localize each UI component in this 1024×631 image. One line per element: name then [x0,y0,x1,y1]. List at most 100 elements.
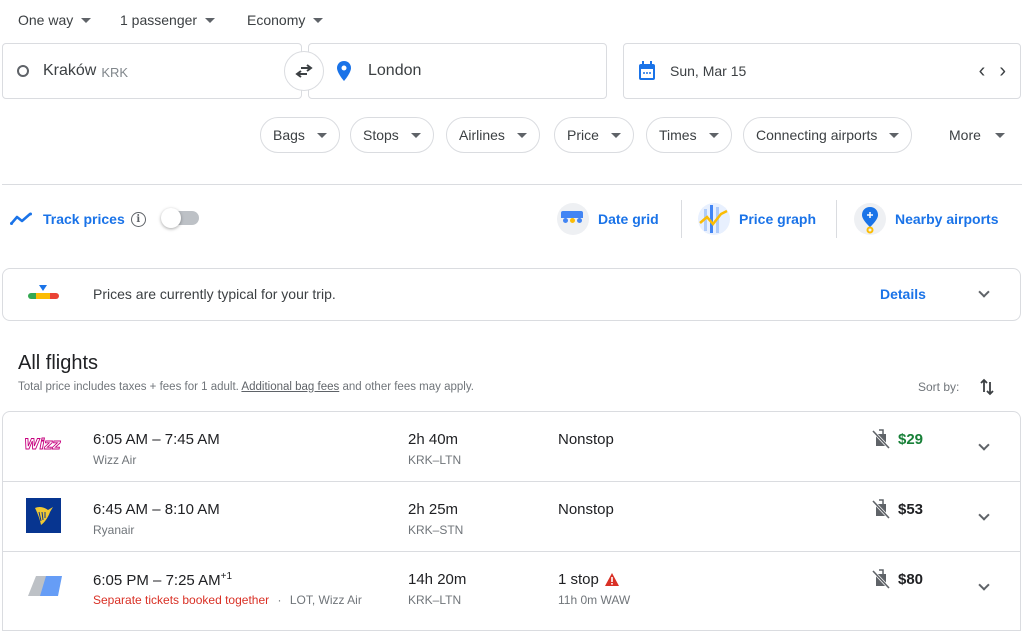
passengers-select[interactable]: 1 passenger [120,8,216,32]
airline-name: Wizz Air [93,453,137,467]
filter-price[interactable]: Price [554,117,634,153]
passengers-label: 1 passenger [120,12,198,28]
flight-times: 6:05 AM – 7:45 AM [93,431,220,448]
bullet-separator: · [277,593,282,607]
filter-bags[interactable]: Bags [260,117,340,153]
caret-down-icon [205,17,216,23]
airline-name: Ryanair [93,523,135,537]
flight-price: $80 [898,571,924,588]
flight-route: KRK–LTN [408,453,462,467]
filter-label: Stops [363,127,399,143]
flight-route: KRK–LTN [408,593,462,607]
price-graph-button[interactable]: Price graph [698,200,816,238]
filter-connecting-airports[interactable]: Connecting airports [743,117,913,153]
depart-time: 6:05 AM [93,431,149,448]
depart-time: 6:45 AM [93,501,149,518]
origin-field[interactable]: Kraków KRK [2,43,302,99]
caret-down-icon [316,132,327,138]
subtitle-text: Total price includes taxes + fees for 1 … [18,381,242,393]
separator [836,200,837,238]
departure-date-value: Sun, Mar 15 [670,63,747,79]
subtitle-text: and other fees may apply. [339,381,474,393]
nearby-airports-icon [854,203,886,235]
depart-time: 6:05 PM [93,572,149,589]
section-divider [2,184,1022,185]
trip-type-select[interactable]: One way [18,8,92,32]
previous-date-button[interactable]: ‹ [979,61,986,81]
track-prices-toggle[interactable] [161,208,199,228]
results-title: All flights [18,352,99,374]
flight-price: $53 [898,501,924,518]
flight-times: 6:05 PM – 7:25 AM+1 [93,571,233,589]
no-carry-on-bag-icon [872,429,890,449]
results-subtitle: Total price includes taxes + fees for 1 … [18,381,474,393]
separator [681,200,682,238]
flight-duration: 2h 40m [408,431,459,448]
multi-airline-logo [28,576,62,596]
day-offset: +1 [220,571,233,582]
filter-more[interactable]: More [949,117,1005,153]
details-link[interactable]: Details [880,286,926,302]
swap-button[interactable] [284,51,324,91]
airline-name: LOT, Wizz Air [289,593,362,607]
flight-row[interactable]: 6:45 AM – 8:10 AM Ryanair 2h 25m KRK–STN… [2,482,1021,551]
origin-value: Kraków [43,62,97,79]
cabin-class-label: Economy [247,12,306,28]
caret-down-icon [410,132,421,138]
filter-label: Bags [273,127,305,143]
flight-row[interactable]: Wizz 6:05 AM – 7:45 AM Wizz Air 2h 40m K… [2,412,1021,481]
flight-row[interactable]: 6:05 PM – 7:25 AM+1 Separate tickets boo… [2,552,1021,620]
nearby-airports-button[interactable]: Nearby airports [854,200,998,238]
flight-stops: 1 stop [558,571,599,588]
track-prices[interactable]: Track prices i [10,205,146,233]
trending-icon [10,212,32,225]
price-graph-label: Price graph [739,211,817,227]
filter-label: Times [659,127,697,143]
expand-chevron-icon[interactable] [978,509,990,521]
flight-price: $29 [898,431,924,448]
filter-stops[interactable]: Stops [350,117,434,153]
filter-airlines[interactable]: Airlines [446,117,540,153]
arrive-time: 8:10 AM [164,501,220,518]
swap-icon [295,64,313,78]
sort-by-label: Sort by: [918,380,960,394]
flight-stops: Nonstop [558,501,614,518]
arrive-time: 7:45 AM [164,431,220,448]
airline-info: Separate tickets booked together · LOT, … [93,593,362,607]
origin-circle-icon [17,65,29,77]
caret-down-icon [889,132,900,138]
nearby-airports-label: Nearby airports [895,211,999,227]
expand-chevron-icon[interactable] [978,439,990,451]
destination-value: London [368,62,422,79]
ryanair-logo [26,498,61,533]
filter-times[interactable]: Times [646,117,732,153]
filter-label: Connecting airports [756,127,878,143]
flight-stops: Nonstop [558,431,614,448]
caret-down-icon [516,132,527,138]
caret-down-icon [81,17,92,23]
sort-icon[interactable] [979,378,995,396]
flight-times: 6:45 AM – 8:10 AM [93,501,220,518]
destination-field[interactable]: London [308,43,607,99]
date-grid-button[interactable]: Date grid [557,200,659,238]
caret-down-icon [708,132,719,138]
track-prices-label: Track prices [43,211,125,227]
cabin-class-select[interactable]: Economy [247,8,324,32]
svg-text:Wizz: Wizz [24,437,61,452]
caret-down-icon [313,17,324,23]
bag-fees-link[interactable]: Additional bag fees [241,381,339,393]
caret-down-icon [610,132,621,138]
departure-date-field[interactable]: Sun, Mar 15 ‹ › [623,43,1021,99]
filter-label: Price [567,127,599,143]
location-pin-icon [337,61,351,81]
layover-detail: 11h 0m WAW [558,593,631,607]
price-graph-icon [698,203,730,235]
no-carry-on-bag-icon [872,569,890,589]
next-date-button[interactable]: › [999,61,1006,81]
wizz-air-logo: Wizz [24,437,62,452]
price-level-indicator-icon [28,285,60,301]
info-icon[interactable]: i [130,211,146,227]
expand-chevron-icon[interactable] [978,579,990,591]
date-grid-label: Date grid [598,211,659,227]
separate-tickets-warning: Separate tickets booked together [93,593,270,607]
